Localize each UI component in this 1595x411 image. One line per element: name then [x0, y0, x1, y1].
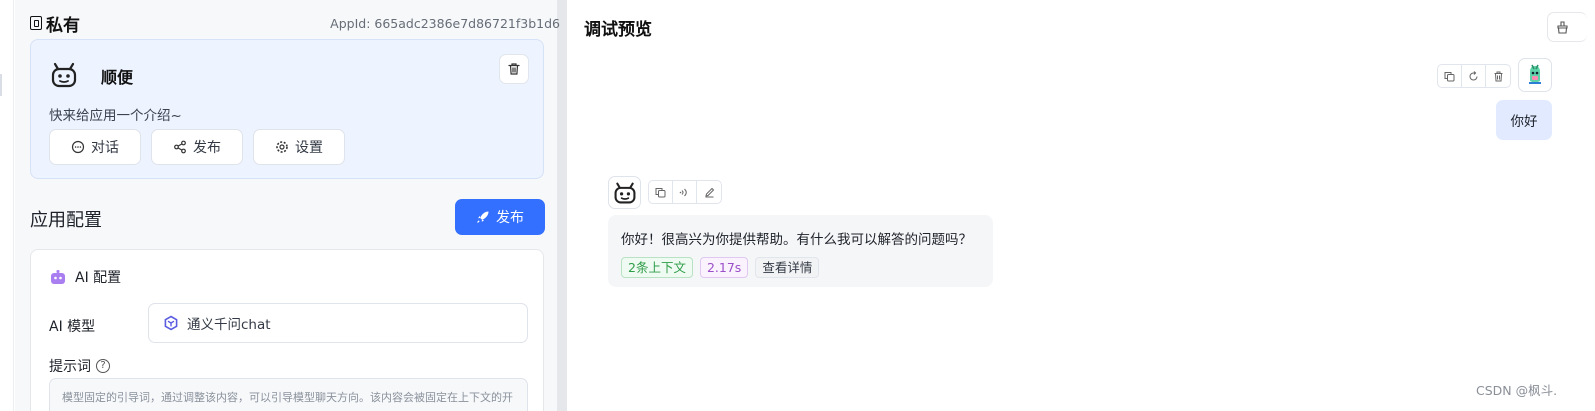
qwen-icon: [164, 315, 178, 331]
app-header: 私有 AppId: 665adc2386e7d86721f3b1d6: [30, 11, 560, 36]
prompt-textarea[interactable]: 模型固定的引导词，通过调整该内容，可以引导模型聊天方向。该内容会被固定在上下文的…: [49, 378, 528, 411]
model-select[interactable]: 通义千问chat: [148, 303, 528, 343]
context-count-tag[interactable]: 2条上下文: [621, 257, 693, 278]
clear-chat-button[interactable]: [1547, 12, 1587, 42]
retry-button[interactable]: [1462, 65, 1486, 87]
user-message-bubble: 你好: [1496, 100, 1552, 140]
chat-button[interactable]: 对话: [49, 129, 141, 165]
delete-message-button[interactable]: [1486, 65, 1510, 87]
debug-preview-panel: [567, 0, 1595, 411]
settings-button-label: 设置: [295, 140, 323, 156]
rocket-icon: [477, 211, 489, 223]
publish-button-label: 发布: [496, 210, 524, 226]
chat-button-label: 对话: [91, 140, 119, 156]
share-button-label: 发布: [193, 140, 221, 156]
robot-icon: [614, 182, 635, 203]
app-intro: 快来给应用一个介绍~: [49, 108, 182, 124]
read-aloud-button[interactable]: [673, 181, 697, 203]
help-icon[interactable]: ?: [96, 359, 110, 373]
chat-icon: [71, 140, 85, 154]
share-icon: [174, 140, 186, 154]
settings-button[interactable]: 设置: [253, 129, 345, 165]
user-avatar: [1518, 58, 1552, 92]
delete-app-button[interactable]: [499, 54, 529, 84]
bot-message-tools: [648, 180, 722, 204]
edit-button[interactable]: [697, 181, 721, 203]
ai-config-title-text: AI 配置: [75, 270, 122, 286]
rail-indicator: [0, 74, 2, 96]
panel-scrollbar[interactable]: [557, 0, 567, 411]
copy-icon: [655, 187, 666, 197]
edit-icon: [704, 187, 714, 197]
gear-icon: [276, 141, 288, 153]
config-title: 应用配置: [30, 210, 102, 231]
ai-config-card: AI 配置 AI 模型 通义千问chat 提示词 ? 模型固定的引导词，通过调整…: [30, 249, 544, 411]
prompt-label-text: 提示词: [49, 359, 91, 375]
app-card: 顺便 快来给应用一个介绍~ 对话 发布 设置: [30, 39, 544, 179]
model-label: AI 模型: [49, 319, 96, 335]
prompt-label: 提示词 ?: [49, 356, 110, 376]
app-action-buttons: 对话 发布 设置: [49, 129, 345, 165]
message-tags: 2条上下文 2.17s 查看详情: [621, 257, 820, 278]
trash-icon: [1494, 71, 1502, 81]
left-rail: [0, 0, 14, 411]
ai-bot-icon: [51, 270, 65, 284]
appid-label: AppId: 665adc2386e7d86721f3b1d6: [330, 15, 560, 31]
section-title: 私有: [30, 11, 80, 36]
app-name: 顺便: [101, 68, 134, 87]
share-button[interactable]: 发布: [151, 129, 243, 165]
section-title-text: 私有: [46, 15, 80, 36]
response-time-tag: 2.17s: [699, 257, 749, 278]
robot-icon: [51, 62, 77, 88]
user-avatar-icon: [1529, 64, 1541, 84]
preview-title: 调试预览: [584, 20, 652, 40]
copy-icon: [1444, 71, 1455, 81]
watermark: CSDN @枫斗.: [1476, 383, 1558, 398]
copy-button[interactable]: [649, 181, 673, 203]
publish-button[interactable]: 发布: [455, 199, 545, 235]
bot-message-bubble: 你好！很高兴为你提供帮助。有什么我可以解答的问题吗？ 2条上下文 2.17s 查…: [608, 215, 993, 287]
copy-button[interactable]: [1438, 65, 1462, 87]
trash-icon: [508, 63, 520, 75]
view-details-tag[interactable]: 查看详情: [755, 257, 820, 278]
ai-config-title: AI 配置: [49, 267, 121, 287]
user-message-tools: [1437, 64, 1511, 88]
bot-avatar: [608, 176, 641, 209]
refresh-icon: [1469, 70, 1478, 80]
lock-icon: [30, 16, 42, 30]
model-select-value: 通义千问chat: [187, 317, 271, 333]
bot-message-text: 你好！很高兴为你提供帮助。有什么我可以解答的问题吗？: [621, 232, 972, 248]
broom-icon: [1557, 20, 1568, 34]
speaker-icon: [679, 188, 687, 196]
